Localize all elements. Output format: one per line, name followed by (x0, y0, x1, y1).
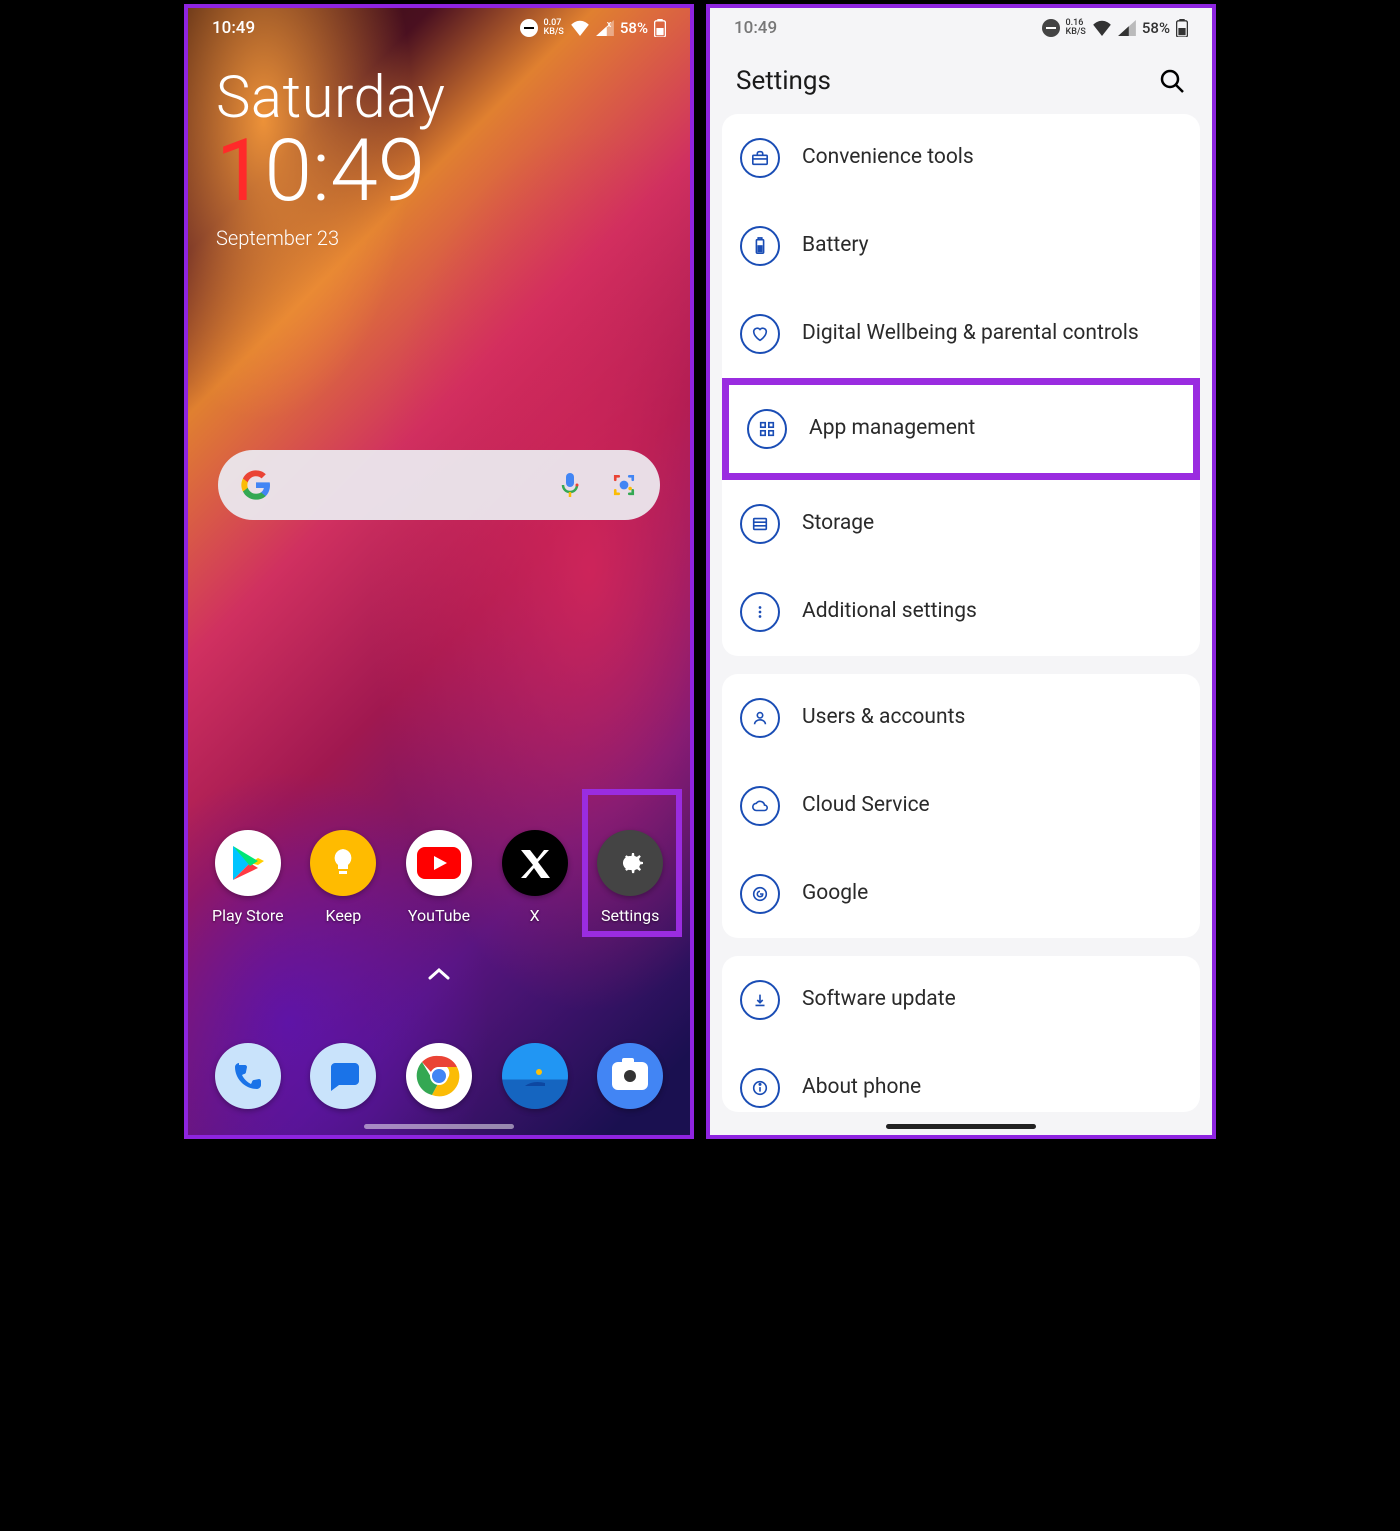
settings-label: Digital Wellbeing & parental controls (802, 320, 1182, 347)
battery-settings-icon (740, 226, 780, 266)
heart-icon (740, 314, 780, 354)
storage-icon (740, 504, 780, 544)
settings-label: Cloud Service (802, 792, 1182, 819)
apps-grid-icon (747, 409, 787, 449)
settings-item-battery[interactable]: Battery (722, 202, 1200, 290)
settings-item-cloud-service[interactable]: Cloud Service (722, 762, 1200, 850)
files-icon (525, 1066, 545, 1086)
app-files[interactable] (489, 1043, 581, 1109)
x-icon (518, 846, 552, 880)
keep-icon (330, 845, 356, 881)
settings-header: Settings (710, 44, 1212, 114)
settings-item-additional[interactable]: Additional settings (722, 568, 1200, 656)
chrome-icon (416, 1053, 462, 1099)
user-icon (740, 698, 780, 738)
page-title: Settings (736, 66, 831, 96)
phone-settings-screen: 10:49 0.16 KB/S 58% Settings (706, 4, 1216, 1139)
battery-icon (1176, 19, 1188, 37)
data-speed: 0.16 KB/S (1066, 19, 1086, 37)
phone-icon (231, 1059, 265, 1093)
cloud-icon (740, 786, 780, 826)
app-messages[interactable] (297, 1043, 389, 1109)
battery-icon (654, 19, 666, 37)
signal-icon: x (596, 20, 614, 36)
app-camera[interactable] (584, 1043, 676, 1109)
app-keep[interactable]: Keep (297, 830, 389, 925)
app-play-store[interactable]: Play Store (202, 830, 294, 925)
more-vertical-icon (740, 592, 780, 632)
settings-item-storage[interactable]: Storage (722, 480, 1200, 568)
app-drawer-handle[interactable] (427, 962, 451, 987)
wifi-icon (570, 20, 590, 36)
status-time: 10:49 (212, 18, 255, 38)
clock-time: 10:49 (216, 128, 662, 214)
app-label: X (530, 906, 540, 925)
dock (188, 1043, 690, 1109)
date: September 23 (216, 226, 662, 250)
app-label: Keep (325, 906, 361, 925)
toolbox-icon (740, 138, 780, 178)
settings-item-convenience-tools[interactable]: Convenience tools (722, 114, 1200, 202)
app-phone[interactable] (202, 1043, 294, 1109)
status-time: 10:49 (734, 18, 777, 38)
search-icon[interactable] (1158, 67, 1186, 95)
data-speed: 0.07 KB/S (544, 19, 564, 37)
app-chrome[interactable] (393, 1043, 485, 1109)
settings-label: App management (809, 415, 1175, 442)
app-label: Play Store (212, 906, 284, 925)
mic-icon[interactable] (558, 471, 582, 499)
google-logo-icon (240, 469, 272, 501)
messages-icon (325, 1059, 361, 1093)
app-label: YouTube (408, 906, 470, 925)
settings-group-1: Convenience tools Battery Digital Wellbe… (722, 114, 1200, 656)
lens-icon[interactable] (610, 471, 638, 499)
settings-label: About phone (802, 1074, 1182, 1101)
highlight-settings-app (582, 789, 682, 937)
settings-item-about-phone[interactable]: About phone (722, 1044, 1200, 1112)
settings-item-software-update[interactable]: Software update (722, 956, 1200, 1044)
dnd-icon (1042, 19, 1060, 37)
battery-percent: 58% (620, 19, 648, 37)
info-icon (740, 1068, 780, 1108)
dnd-icon (520, 19, 538, 37)
battery-percent: 58% (1142, 19, 1170, 37)
status-bar: 10:49 0.16 KB/S 58% (710, 8, 1212, 44)
settings-label: Storage (802, 510, 1182, 537)
settings-label: Users & accounts (802, 704, 1182, 731)
settings-item-digital-wellbeing[interactable]: Digital Wellbeing & parental controls (722, 290, 1200, 378)
settings-item-google[interactable]: Google (722, 850, 1200, 938)
app-x[interactable]: X (489, 830, 581, 925)
play-store-icon (231, 844, 265, 882)
status-bar: 10:49 0.07 KB/S x 58% (188, 8, 690, 44)
svg-text:x: x (607, 20, 612, 30)
settings-label: Google (802, 880, 1182, 907)
clock-widget[interactable]: Saturday 10:49 September 23 (188, 44, 690, 270)
settings-label: Battery (802, 232, 1182, 259)
nav-handle[interactable] (886, 1124, 1036, 1129)
settings-group-3: Software update About phone (722, 956, 1200, 1112)
app-youtube[interactable]: YouTube (393, 830, 485, 925)
download-icon (740, 980, 780, 1020)
settings-label: Convenience tools (802, 144, 1182, 171)
google-search-bar[interactable] (218, 450, 660, 520)
settings-label: Additional settings (802, 598, 1182, 625)
settings-item-users-accounts[interactable]: Users & accounts (722, 674, 1200, 762)
settings-group-2: Users & accounts Cloud Service Google (722, 674, 1200, 938)
signal-icon (1118, 20, 1136, 36)
settings-label: Software update (802, 986, 1182, 1013)
nav-handle[interactable] (364, 1124, 514, 1129)
youtube-icon (417, 847, 461, 879)
camera-icon (624, 1070, 636, 1082)
settings-item-app-management[interactable]: App management (722, 378, 1200, 480)
wifi-icon (1092, 20, 1112, 36)
google-g-icon (740, 874, 780, 914)
phone-home-screen: 10:49 0.07 KB/S x 58% Saturday 10:49 Sep… (184, 4, 694, 1139)
